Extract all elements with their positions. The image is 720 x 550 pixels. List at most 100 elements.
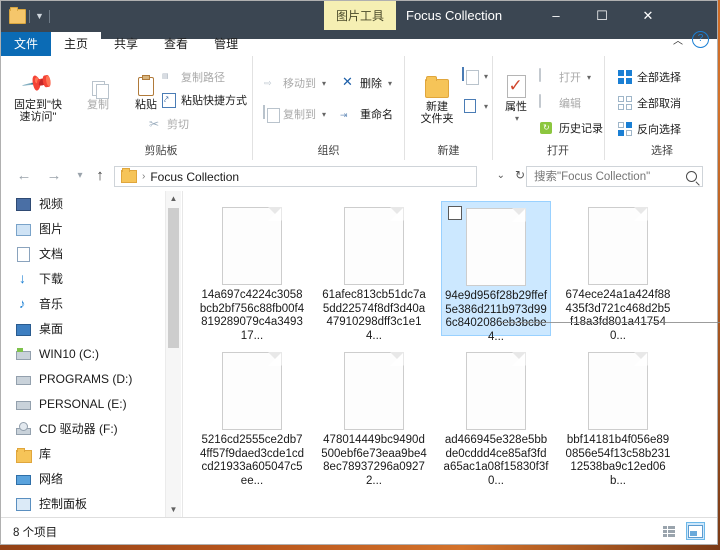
file-item[interactable]: 674ece24a1a424f88435f3d721c468d2b5f18a3f… [563,201,673,342]
navigation-pane[interactable]: 视频 图片 文档 ↓ 下载 ♪ 音乐 桌面 WIN10 (C:) PROGRAM… [1,191,181,517]
back-button[interactable]: ← [15,167,33,185]
delete-button[interactable]: ✕ 删除 ▾ [340,75,392,91]
help-icon[interactable]: ? [692,31,709,48]
sidebar-item-network[interactable]: 网络 [1,466,181,491]
chevron-down-icon[interactable]: ▾ [515,113,519,125]
sidebar-item-documents[interactable]: 文档 [1,241,181,266]
navigation-pane-scrollbar[interactable]: ▲ ▼ [165,191,181,517]
sidebar-item-downloads[interactable]: ↓ 下载 [1,266,181,291]
file-list-pane[interactable]: 14a697c4224c3058bcb2bf756c88fb00f4819289… [182,191,720,517]
group-new: 新建 文件夹 ▾ ▾ 新建 [405,56,493,160]
tab-file[interactable]: 文件 [1,32,52,56]
file-item[interactable]: ad466945e328e5bbde0cddd4ce85af3fda65ac1a… [441,346,551,487]
sidebar-item-programs-d[interactable]: PROGRAMS (D:) [1,366,181,391]
file-name: bbf14181b4f056e890856e54f13c58b23112538b… [565,434,671,487]
up-button[interactable]: ↑ [91,167,109,185]
file-item-selected[interactable]: 94e9d956f28b29ffef5e386d211b973d996c8402… [441,201,551,343]
invert-selection-button[interactable]: 反向选择 [617,121,681,137]
properties-label: 属性 [505,101,527,113]
close-button[interactable]: ✕ [625,1,671,30]
sidebar-item-personal-e[interactable]: PERSONAL (E:) [1,391,181,416]
large-icons-view-button[interactable] [686,522,705,540]
sidebar-item-music[interactable]: ♪ 音乐 [1,291,181,316]
file-item[interactable]: 5216cd2555ce2db74ff57f9daed3cde1cdcd2193… [197,346,307,487]
file-item[interactable]: 14a697c4224c3058bcb2bf756c88fb00f4819289… [197,201,307,342]
chevron-down-icon[interactable]: ▾ [388,79,392,88]
cut-button[interactable]: ✂ 剪切 [147,116,189,132]
search-box[interactable] [526,166,703,187]
file-name: 674ece24a1a424f88435f3d721c468d2b5f18a3f… [565,289,671,342]
tab-view[interactable]: 查看 [151,32,201,56]
minimize-button[interactable]: – [533,1,579,30]
new-item-button[interactable]: ▾ [462,67,488,84]
sidebar-item-win10-c[interactable]: WIN10 (C:) [1,341,181,366]
paste-shortcut-button[interactable]: ⤤ 粘贴快捷方式 [161,92,247,108]
pin-to-quick-access-button[interactable]: 📌 固定到"快速访问" [9,66,67,123]
new-folder-button[interactable]: 新建 文件夹 [413,68,461,125]
select-none-button[interactable]: 全部取消 [617,95,681,111]
file-name: 5216cd2555ce2db74ff57f9daed3cde1cdcd2193… [199,434,305,487]
selection-checkbox[interactable] [448,206,462,220]
contextual-tab-label: 图片工具 [335,9,384,23]
picture-icon [15,221,31,237]
maximize-button[interactable]: ☐ [579,1,625,30]
rename-icon: ⇥ [340,110,348,120]
tab-manage[interactable]: 管理 [201,32,251,56]
move-to-icon: ⇨ [264,78,272,88]
details-view-icon [663,525,676,537]
refresh-button[interactable]: ↻ [515,168,525,182]
history-button[interactable]: ↻ 历史记录 [539,120,603,136]
easy-access-button[interactable]: ▾ [462,98,488,114]
properties-button[interactable]: 属性 ▾ [495,68,537,125]
library-icon [15,446,32,463]
chevron-down-icon[interactable]: ▾ [587,73,591,82]
sidebar-item-videos[interactable]: 视频 [1,191,181,216]
sidebar-item-label: PROGRAMS (D:) [39,371,133,386]
breadcrumb[interactable]: › Focus Collection [114,166,477,187]
open-button[interactable]: 打开 ▾ [539,68,591,85]
scroll-down-button[interactable]: ▼ [166,502,181,517]
open-label: 打开 [559,72,581,84]
rename-button[interactable]: ⇥ 重命名 [340,106,393,122]
edit-button[interactable]: 编辑 [539,94,581,111]
group-select: 全部选择 全部取消 反向选择 选择 [605,56,719,160]
details-view-button[interactable] [660,522,679,540]
folder-icon [121,168,137,183]
group-organize-label: 组织 [317,145,340,157]
file-item[interactable]: 61afec813cb51dc7a5dd22574f8df3d40a479102… [319,201,429,342]
sidebar-item-pictures[interactable]: 图片 [1,216,181,241]
sidebar-item-cd-drive-f[interactable]: CD 驱动器 (F:) [1,416,181,441]
chevron-down-icon[interactable]: ▼ [33,10,46,23]
recent-locations-button[interactable]: ▾ [71,167,89,185]
folder-icon[interactable] [9,7,26,24]
sidebar-item-control-panel[interactable]: 控制面板 [1,491,181,516]
chevron-down-icon[interactable]: ▾ [484,72,488,81]
chevron-up-icon[interactable]: ︿ [673,32,683,47]
sidebar-item-libraries[interactable]: 库 [1,441,181,466]
copy-to-button[interactable]: 复制到 ▾ [263,105,326,122]
copy-path-button[interactable]: ▤ 复制路径 [161,69,225,85]
select-all-button[interactable]: 全部选择 [617,69,681,85]
address-dropdown-button[interactable]: ⌄ [497,170,505,181]
search-icon[interactable] [686,171,697,182]
file-thumbnail [466,208,526,286]
chevron-down-icon[interactable]: ▾ [322,110,326,119]
tab-home[interactable]: 主页 [51,32,102,56]
download-icon: ↓ [19,269,26,286]
move-to-button[interactable]: ⇨ 移动到 ▾ [263,75,326,91]
sidebar-item-desktop[interactable]: 桌面 [1,316,181,341]
scrollbar-thumb[interactable] [168,208,179,348]
forward-button[interactable]: → [45,167,63,185]
file-item[interactable]: bbf14181b4f056e890856e54f13c58b23112538b… [563,346,673,487]
file-item[interactable]: 478014449bc9490d500ebf6e73eaa9be48ec7893… [319,346,429,487]
page-corner-icon [390,207,404,221]
title-bar: ▼ 图片工具 Focus Collection – ☐ ✕ 文件 主页 共享 查… [1,1,717,56]
chevron-down-icon[interactable]: ▾ [484,102,488,111]
scroll-up-button[interactable]: ▲ [166,191,181,206]
page-corner-icon [268,352,282,366]
tab-share[interactable]: 共享 [101,32,151,56]
contextual-tab-picture-tools[interactable]: 图片工具 [324,1,396,30]
search-input[interactable] [532,169,686,184]
breadcrumb-current-folder[interactable]: Focus Collection [150,170,239,184]
chevron-down-icon[interactable]: ▾ [322,79,326,88]
